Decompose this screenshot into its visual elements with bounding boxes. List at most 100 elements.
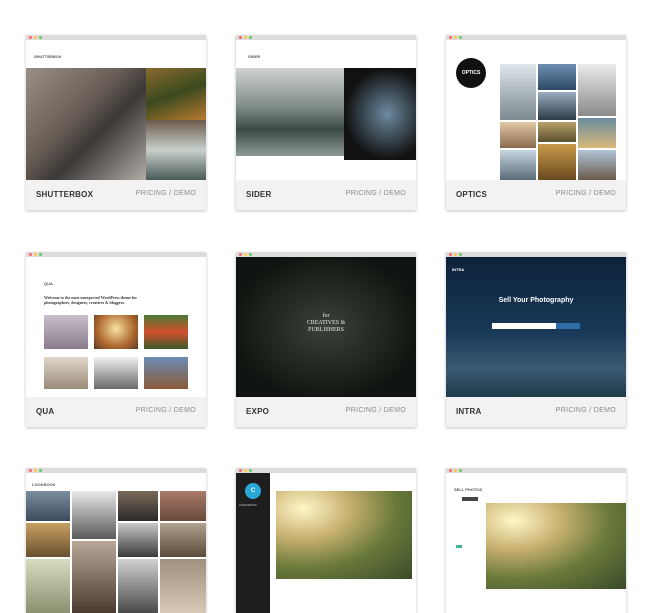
preview-image [500,150,536,180]
pricing-link[interactable]: PRICING [136,407,167,414]
preview-image [578,64,616,116]
preview-image [26,491,70,521]
preview-image [44,315,88,349]
theme-name: SHUTTERBOX [36,190,94,199]
theme-card-sell-photos[interactable]: SELL PHOTOS [446,468,626,613]
preview-image [118,523,158,557]
preview-logo: INTRA [452,267,465,272]
demo-link[interactable]: DEMO [594,407,616,414]
preview-logo: QUA [44,281,53,286]
theme-links: PRICING / DEMO [136,190,196,197]
preview-email-input [492,323,556,329]
preview-image [538,92,576,120]
preview-image [44,357,88,389]
preview-headline: Sell Your Photography [498,297,574,304]
preview-image [538,122,576,142]
pricing-link[interactable]: PRICING [346,407,377,414]
theme-links: PRICING / DEMO [136,407,196,414]
preview-image [94,357,138,389]
preview-image [26,559,70,613]
hero-line: for [322,313,330,319]
preview-image [72,541,116,613]
preview-sidebar: C CHROMATIC [236,473,270,613]
theme-preview[interactable]: LOOKBOOK [26,473,206,613]
theme-preview[interactable]: C CHROMATIC [236,473,416,613]
pricing-link[interactable]: PRICING [556,190,587,197]
pricing-link[interactable]: PRICING [136,190,167,197]
preview-subscribe-button [556,323,580,329]
preview-image-forest [146,68,206,120]
pricing-link[interactable]: PRICING [346,190,377,197]
separator: / [377,407,384,414]
theme-preview[interactable]: QUA Welcome to the most unexpected WordP… [26,257,206,397]
theme-preview[interactable]: INTRA Sell Your Photography [446,257,626,397]
preview-image [160,491,206,521]
preview-image [118,491,158,521]
preview-logo: CHROMATIC [239,503,257,507]
theme-preview[interactable]: SIDER [236,40,416,180]
preview-logo-badge: C [245,483,261,499]
hero-line: PUBLISHERS [307,327,344,333]
separator: / [167,407,174,414]
preview-image [538,144,576,180]
theme-name: QUA [36,407,55,416]
theme-name: OPTICS [456,190,487,199]
theme-preview[interactable]: SHUTTERBOX [26,40,206,180]
theme-card-chromatic[interactable]: C CHROMATIC [236,468,416,613]
theme-name: INTRA [456,407,482,416]
demo-link[interactable]: DEMO [594,190,616,197]
separator: / [587,190,594,197]
preview-button [462,497,478,501]
preview-image-car [146,120,206,180]
preview-image [500,122,536,148]
preview-image [538,64,576,90]
theme-name: EXPO [246,407,270,416]
preview-logo: SELL PHOTOS [454,487,483,492]
hero-line: CREATIVES & [306,320,346,326]
demo-link[interactable]: DEMO [174,407,196,414]
preview-logo: SIDER [248,54,261,59]
separator: / [167,190,174,197]
theme-card-optics[interactable]: OPTICS OPTICS PRICING / DEMO [446,35,626,210]
preview-image [94,315,138,349]
preview-logo: OPTICS [456,58,486,88]
preview-image [118,559,158,613]
theme-card-sider[interactable]: SIDER SIDER PRICING / DEMO [236,35,416,210]
preview-image [144,357,188,389]
theme-links: PRICING / DEMO [346,190,406,197]
preview-image-river [236,68,344,156]
preview-image [500,64,536,120]
pricing-link[interactable]: PRICING [556,407,587,414]
preview-image-hero [486,503,626,589]
preview-image [160,559,206,613]
preview-image [578,150,616,180]
preview-logo: SHUTTERBOX [34,54,62,59]
preview-image [160,523,206,557]
demo-link[interactable]: DEMO [384,190,406,197]
demo-link[interactable]: DEMO [384,407,406,414]
preview-image [578,118,616,148]
theme-preview[interactable]: OPTICS [446,40,626,180]
preview-image-fish [344,68,416,160]
preview-tagline: Welcome to the most unexpected WordPress… [44,295,137,305]
theme-preview[interactable]: for CREATIVES & PUBLISHERS [236,257,416,397]
preview-image-building [26,68,146,180]
preview-indicator [456,545,462,548]
preview-image [26,523,70,557]
preview-logo: LOOKBOOK [32,482,56,487]
preview-hero-text: for CREATIVES & PUBLISHERS [236,313,416,334]
preview-image [72,491,116,539]
theme-card-intra[interactable]: INTRA Sell Your Photography INTRA PRICIN… [446,252,626,427]
theme-card-qua[interactable]: QUA Welcome to the most unexpected WordP… [26,252,206,427]
theme-links: PRICING / DEMO [556,190,616,197]
preview-image [144,315,188,349]
theme-card-shutterbox[interactable]: SHUTTERBOX SHUTTERBOX PRICING / DEMO [26,35,206,210]
theme-card-expo[interactable]: for CREATIVES & PUBLISHERS EXPO PRICING … [236,252,416,427]
theme-links: PRICING / DEMO [346,407,406,414]
theme-card-lookbook[interactable]: LOOKBOOK [26,468,206,613]
preview-image-hero [276,491,412,579]
separator: / [377,190,384,197]
demo-link[interactable]: DEMO [174,190,196,197]
theme-preview[interactable]: SELL PHOTOS [446,473,626,613]
theme-links: PRICING / DEMO [556,407,616,414]
